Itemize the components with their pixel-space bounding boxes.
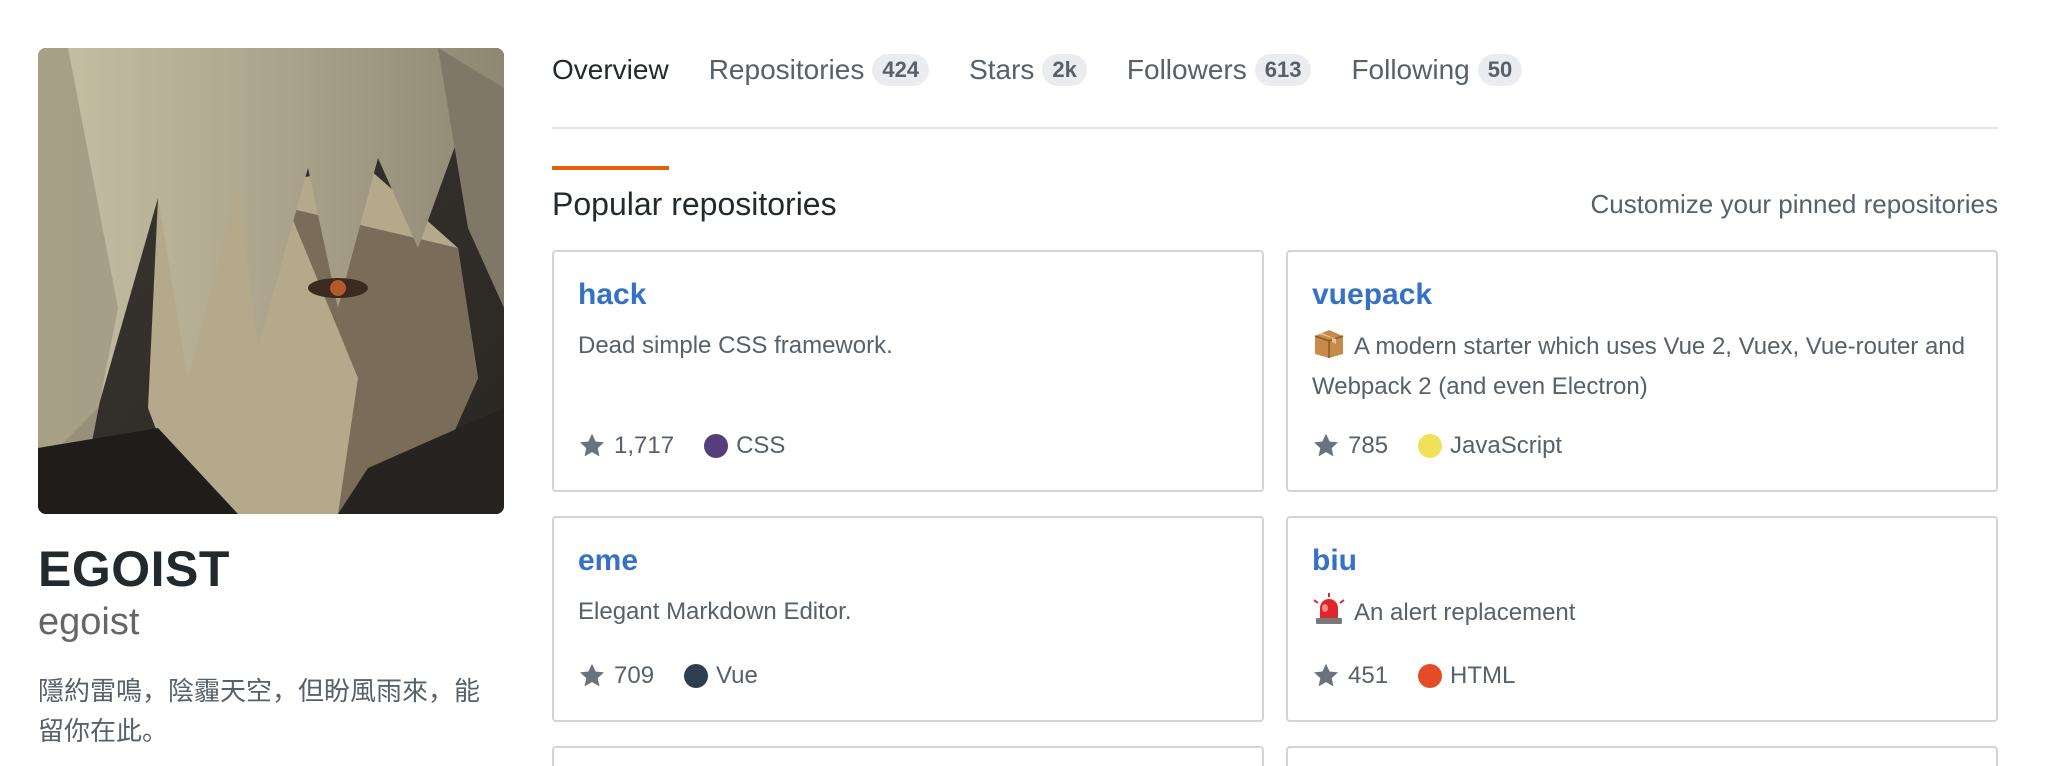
language-color-dot bbox=[684, 664, 709, 688]
repo-name-link[interactable]: biu bbox=[1312, 544, 1357, 578]
language-color-dot bbox=[1418, 434, 1443, 458]
star-icon bbox=[579, 433, 605, 457]
tab-overview[interactable]: Overview bbox=[552, 44, 669, 170]
repo-stars-count: 709 bbox=[614, 662, 655, 689]
repo-description: Elegant Markdown Editor. bbox=[578, 592, 1238, 632]
tab-label: Followers bbox=[1126, 54, 1247, 85]
repo-meta: 1,717 CSS bbox=[578, 432, 785, 460]
repo-meta: 709 Vue bbox=[578, 662, 758, 690]
language-color-dot bbox=[1418, 664, 1443, 688]
profile-fullname: EGOIST bbox=[38, 541, 230, 597]
repo-card-partial bbox=[552, 746, 1264, 766]
star-icon bbox=[1313, 433, 1339, 457]
tab-stars[interactable]: Stars 2k bbox=[969, 44, 1087, 96]
repo-language: Vue bbox=[716, 662, 758, 689]
tab-label: Repositories bbox=[708, 54, 865, 85]
tab-divider bbox=[552, 127, 1998, 129]
tab-label: Following bbox=[1351, 54, 1470, 85]
profile-tabs: Overview Repositories 424 Stars 2k Follo… bbox=[552, 44, 1562, 170]
profile-username: egoist bbox=[38, 601, 140, 643]
repo-meta: 785 JavaScript bbox=[1312, 432, 1562, 460]
repo-stars-link[interactable]: 451 bbox=[1312, 662, 1388, 690]
repo-description-text: An alert replacement bbox=[1354, 599, 1576, 626]
tab-repositories[interactable]: Repositories 424 bbox=[708, 44, 930, 96]
repo-description: A modern starter which uses Vue 2, Vuex,… bbox=[1312, 326, 1972, 407]
repo-meta: 451 HTML bbox=[1312, 662, 1515, 690]
tab-label: Overview bbox=[552, 54, 669, 85]
repo-name-link[interactable]: eme bbox=[578, 544, 638, 578]
tab-label: Stars bbox=[969, 54, 1035, 85]
repo-description-text: Dead simple CSS framework. bbox=[578, 332, 893, 359]
repo-card: biu An alert replacement 451 HTML bbox=[1286, 516, 1998, 722]
language-color-dot bbox=[704, 434, 729, 458]
avatar[interactable] bbox=[38, 48, 504, 514]
repo-description-text: A modern starter which uses Vue 2, Vuex,… bbox=[1312, 333, 1965, 400]
star-icon bbox=[579, 663, 605, 687]
repo-description-text: Elegant Markdown Editor. bbox=[578, 598, 852, 625]
repo-description: Dead simple CSS framework. bbox=[578, 326, 1238, 366]
rotating-light-emoji-icon bbox=[1313, 593, 1345, 624]
avatar-image bbox=[38, 48, 504, 514]
repo-card: hack Dead simple CSS framework. 1,717 CS… bbox=[552, 250, 1264, 492]
section-title: Popular repositories bbox=[552, 186, 837, 222]
repo-name-link[interactable]: hack bbox=[578, 278, 646, 312]
repo-stars-count: 451 bbox=[1348, 662, 1389, 689]
repo-language: CSS bbox=[736, 432, 786, 459]
tab-following[interactable]: Following 50 bbox=[1351, 44, 1523, 96]
repo-card-partial bbox=[1286, 746, 1998, 766]
repo-card: vuepack A modern starter which uses Vue … bbox=[1286, 250, 1998, 492]
package-emoji-icon bbox=[1314, 330, 1344, 358]
counter-badge: 424 bbox=[872, 54, 930, 86]
counter-badge: 2k bbox=[1042, 54, 1087, 86]
star-icon bbox=[1313, 663, 1339, 687]
counter-badge: 613 bbox=[1254, 54, 1312, 86]
repo-language: HTML bbox=[1450, 662, 1516, 689]
repo-stars-count: 1,717 bbox=[614, 432, 675, 459]
repo-language: JavaScript bbox=[1450, 432, 1563, 459]
repo-stars-count: 785 bbox=[1348, 432, 1389, 459]
profile-bio: 隱約雷鳴，陰霾天空，但盼風雨來，能留你在此。 bbox=[38, 677, 481, 747]
counter-badge: 50 bbox=[1477, 54, 1523, 86]
repo-stars-link[interactable]: 1,717 bbox=[578, 432, 674, 460]
repo-stars-link[interactable]: 709 bbox=[578, 662, 654, 690]
tab-followers[interactable]: Followers 613 bbox=[1127, 44, 1312, 96]
repo-card: eme Elegant Markdown Editor. 709 Vue bbox=[552, 516, 1264, 722]
repo-stars-link[interactable]: 785 bbox=[1312, 432, 1388, 460]
customize-pins-link[interactable]: Customize your pinned repositories bbox=[1590, 186, 1998, 222]
repo-description: An alert replacement bbox=[1312, 592, 1972, 633]
repo-name-link[interactable]: vuepack bbox=[1312, 278, 1432, 312]
